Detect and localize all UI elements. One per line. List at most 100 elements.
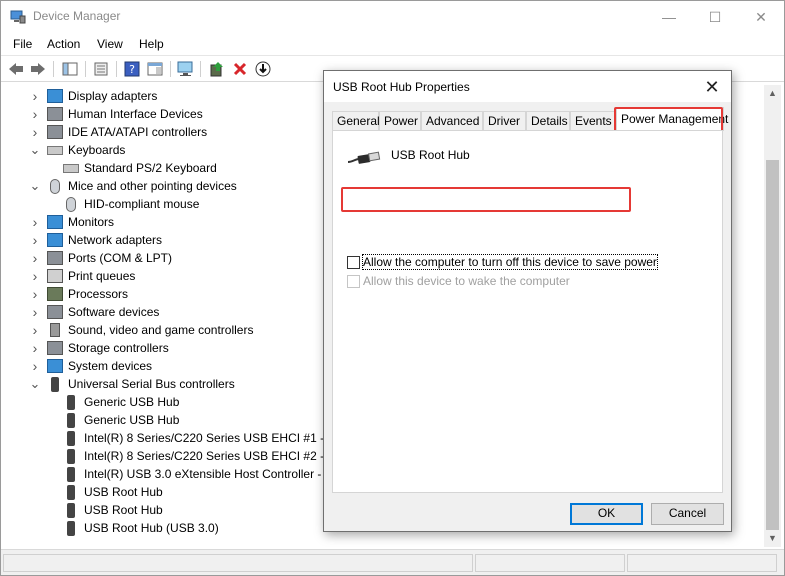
usb-plug-icon [347, 151, 381, 164]
tree-category[interactable]: › IDE ATA/ATAPI controllers [29, 123, 208, 141]
status-cell [627, 554, 777, 572]
update-driver-icon[interactable] [207, 60, 227, 78]
cancel-button[interactable]: Cancel [651, 503, 724, 525]
expand-chevron-icon[interactable]: › [29, 214, 41, 230]
monitor-icon [47, 359, 63, 373]
tree-item-label: Network adapters [68, 233, 163, 247]
tab-driver[interactable]: Driver [483, 111, 526, 131]
tree-device[interactable]: Intel(R) USB 3.0 eXtensible Host Control… [63, 465, 331, 483]
dialog-close-button[interactable]: ✕ [698, 74, 726, 100]
allow-turn-off-option[interactable]: Allow the computer to turn off this devi… [347, 254, 658, 270]
expand-chevron-icon[interactable]: › [29, 340, 41, 356]
maximize-button[interactable]: ☐ [692, 1, 738, 33]
uninstall-device-icon[interactable] [230, 60, 250, 78]
menu-help[interactable]: Help [139, 37, 164, 51]
expand-chevron-icon[interactable]: › [29, 268, 41, 284]
close-button[interactable]: ✕ [738, 1, 784, 33]
network-icon [47, 233, 63, 247]
allow-turn-off-checkbox[interactable] [347, 255, 360, 269]
tree-item-label: Sound, video and game controllers [68, 323, 254, 337]
tree-item-label: Software devices [68, 305, 160, 319]
tree-category[interactable]: › Display adapters [29, 87, 158, 105]
mouse-icon [66, 196, 76, 212]
expand-chevron-icon[interactable]: › [29, 250, 41, 266]
tree-category[interactable]: › Processors [29, 285, 128, 303]
tree-device[interactable]: Standard PS/2 Keyboard [63, 159, 217, 177]
properties-icon[interactable] [91, 60, 111, 78]
tab-general[interactable]: General [332, 111, 380, 131]
tree-category[interactable]: › Storage controllers [29, 339, 169, 357]
expand-chevron-icon[interactable]: › [29, 124, 41, 140]
tree-device[interactable]: Generic USB Hub [63, 411, 179, 429]
help-icon[interactable]: ? [122, 60, 142, 78]
forward-arrow-icon[interactable] [28, 60, 48, 78]
tree-item-label: Intel(R) USB 3.0 eXtensible Host Control… [84, 467, 332, 481]
software-icon [47, 305, 63, 319]
tree-category[interactable]: ⌄ Keyboards [29, 141, 126, 159]
dialog-title-bar[interactable]: USB Root Hub Properties ✕ [324, 71, 731, 102]
storage-icon [47, 341, 63, 355]
tab-advanced[interactable]: Advanced [421, 111, 483, 131]
expand-chevron-icon[interactable]: › [29, 106, 41, 122]
tree-category[interactable]: › Sound, video and game controllers [29, 321, 254, 339]
scan-hardware-icon[interactable] [253, 60, 273, 78]
menu-file[interactable]: File [13, 37, 32, 51]
toolbar-separator [170, 61, 171, 77]
scroll-up-icon[interactable]: ▲ [764, 85, 781, 102]
tree-device[interactable]: HID-compliant mouse [63, 195, 199, 213]
ok-button[interactable]: OK [570, 503, 643, 525]
scrollbar-thumb[interactable] [766, 160, 779, 530]
tab-details[interactable]: Details [526, 111, 570, 131]
svg-text:?: ? [129, 63, 135, 76]
tree-category[interactable]: › System devices [29, 357, 152, 375]
tree-category[interactable]: ⌄ Universal Serial Bus controllers [29, 375, 235, 393]
menu-action[interactable]: Action [47, 37, 80, 51]
tree-device[interactable]: Generic USB Hub [63, 393, 179, 411]
tree-device[interactable]: USB Root Hub (USB 3.0) [63, 519, 219, 537]
collapse-chevron-icon[interactable]: ⌄ [29, 376, 41, 391]
minimize-button[interactable]: — [646, 1, 692, 33]
usb-icon [67, 520, 75, 536]
expand-chevron-icon[interactable]: › [29, 304, 41, 320]
menu-view[interactable]: View [97, 37, 123, 51]
tab-events[interactable]: Events [570, 111, 615, 131]
tree-category[interactable]: › Human Interface Devices [29, 105, 203, 123]
tree-device[interactable]: Intel(R) 8 Series/C220 Series USB EHCI #… [63, 447, 343, 465]
expand-chevron-icon[interactable]: › [29, 88, 41, 104]
expand-chevron-icon[interactable]: › [29, 232, 41, 248]
expand-chevron-icon[interactable]: › [29, 358, 41, 374]
collapse-chevron-icon[interactable]: ⌄ [29, 178, 41, 193]
action-pane-icon[interactable] [145, 60, 165, 78]
scroll-down-icon[interactable]: ▼ [764, 530, 781, 547]
tree-item-label: Mice and other pointing devices [68, 179, 237, 193]
usb-icon [51, 376, 59, 392]
hid-icon [47, 107, 63, 121]
tree-category[interactable]: › Print queues [29, 267, 136, 285]
tree-device[interactable]: Intel(R) 8 Series/C220 Series USB EHCI #… [63, 429, 343, 447]
device-name: USB Root Hub [391, 148, 470, 162]
vertical-scrollbar[interactable]: ▲ ▼ [764, 85, 781, 547]
tab-power-management[interactable]: Power Management [616, 107, 728, 131]
back-arrow-icon[interactable] [6, 60, 26, 78]
window-title: Device Manager [33, 9, 121, 23]
tree-category[interactable]: › Software devices [29, 303, 160, 321]
tree-category[interactable]: › Ports (COM & LPT) [29, 249, 172, 267]
tree-item-label: Display adapters [68, 89, 158, 103]
expand-chevron-icon[interactable]: › [29, 286, 41, 302]
collapse-chevron-icon[interactable]: ⌄ [29, 142, 41, 157]
tree-item-label: Intel(R) 8 Series/C220 Series USB EHCI #… [84, 449, 343, 463]
monitor-icon[interactable] [176, 60, 196, 78]
tab-power[interactable]: Power [379, 111, 421, 131]
tree-device[interactable]: USB Root Hub [63, 501, 163, 519]
tree-category[interactable]: ⌄ Mice and other pointing devices [29, 177, 237, 195]
expand-chevron-icon[interactable]: › [29, 322, 41, 338]
title-bar[interactable]: Device Manager — ☐ ✕ [1, 1, 784, 33]
tree-item-label: Human Interface Devices [68, 107, 203, 121]
tree-category[interactable]: › Network adapters [29, 231, 162, 249]
tree-item-label: Intel(R) 8 Series/C220 Series USB EHCI #… [84, 431, 343, 445]
show-hide-console-tree-icon[interactable] [60, 60, 80, 78]
usb-icon [67, 430, 75, 446]
tree-category[interactable]: › Monitors [29, 213, 114, 231]
allow-turn-off-label[interactable]: Allow the computer to turn off this devi… [362, 254, 658, 270]
tree-device[interactable]: USB Root Hub [63, 483, 163, 501]
